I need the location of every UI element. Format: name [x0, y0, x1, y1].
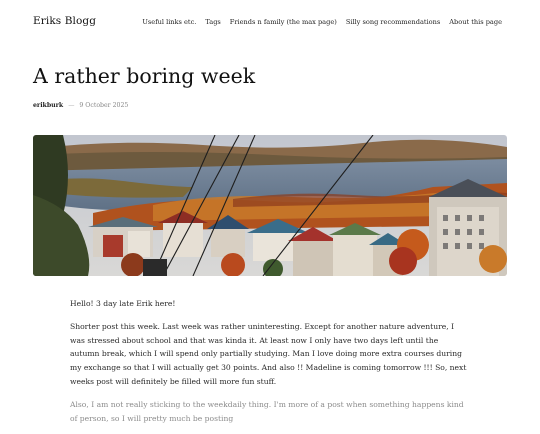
- featured-image-landscape: [33, 135, 507, 276]
- post-paragraph: Shorter post this week. Last week was ra…: [70, 321, 467, 386]
- post-content: Hello! 3 day late Erik here! Shorter pos…: [70, 297, 470, 434]
- nav-tags[interactable]: Tags: [205, 18, 220, 26]
- site-title[interactable]: Eriks Blogg: [33, 15, 96, 27]
- meta-separator: —: [68, 102, 75, 109]
- post-paragraph: Also, I am not really sticking to the we…: [70, 399, 464, 423]
- nav-useful-links[interactable]: Useful links etc.: [142, 18, 196, 26]
- post-paragraph: Hello! 3 day late Erik here!: [70, 299, 176, 308]
- post-meta: erikburk — 9 October 2025: [33, 102, 128, 109]
- nav-song-recommendations[interactable]: Silly song recommendations: [346, 18, 440, 26]
- post-author[interactable]: erikburk: [33, 102, 63, 109]
- featured-image: [33, 135, 507, 276]
- nav-friends-n-family[interactable]: Friends n family (the max page): [230, 18, 337, 26]
- site-header: Eriks Blogg Useful links etc. Tags Frien…: [0, 0, 540, 46]
- nav-about[interactable]: About this page: [449, 18, 502, 26]
- post-date: 9 October 2025: [79, 102, 129, 109]
- main-nav: Useful links etc. Tags Friends n family …: [142, 18, 502, 26]
- post-title: A rather boring week: [33, 64, 256, 88]
